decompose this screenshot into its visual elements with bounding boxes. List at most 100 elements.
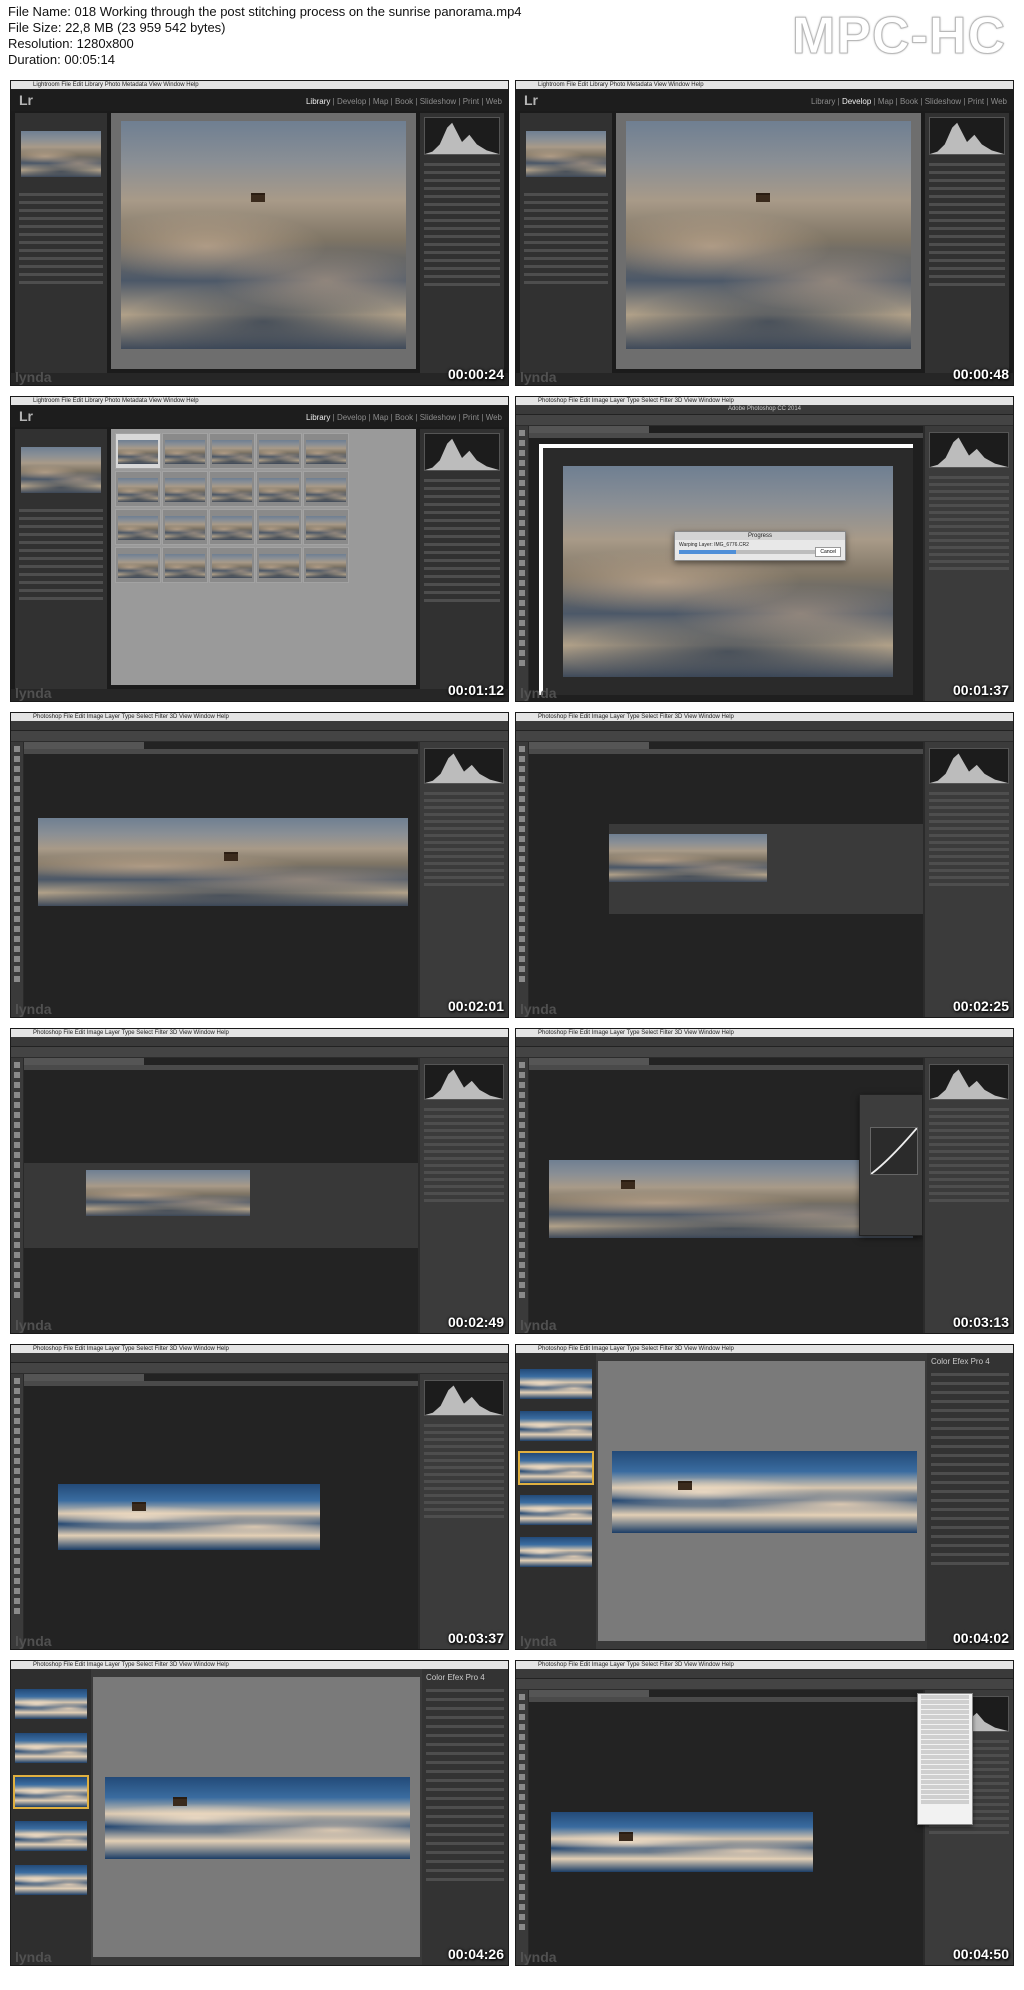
grid-thumbnail[interactable] bbox=[162, 433, 208, 469]
tool-button[interactable] bbox=[519, 1212, 525, 1218]
tool-button[interactable] bbox=[14, 1508, 20, 1514]
grid-thumbnail[interactable] bbox=[115, 547, 161, 583]
document-tab[interactable] bbox=[529, 742, 649, 749]
tool-button[interactable] bbox=[14, 1458, 20, 1464]
curves-graph[interactable] bbox=[870, 1127, 918, 1175]
menu-item[interactable] bbox=[921, 1695, 969, 1699]
tool-button[interactable] bbox=[14, 1568, 20, 1574]
panel-control-row[interactable] bbox=[426, 1779, 504, 1782]
panel-control-row[interactable] bbox=[426, 1869, 504, 1872]
panel-control-row[interactable] bbox=[426, 1815, 504, 1818]
grid-thumbnail[interactable] bbox=[209, 433, 255, 469]
panel-control-row[interactable] bbox=[424, 1129, 504, 1132]
module-book-tab[interactable]: Book bbox=[395, 413, 413, 422]
panel-control-row[interactable] bbox=[929, 539, 1009, 542]
app-menu[interactable]: Photoshop File Edit Image Layer Type Sel… bbox=[538, 1345, 734, 1353]
panel-control-row[interactable] bbox=[424, 1143, 504, 1146]
tool-button[interactable] bbox=[14, 876, 20, 882]
panel-control-row[interactable] bbox=[424, 1466, 504, 1469]
panel-control-row[interactable] bbox=[929, 876, 1009, 879]
panel-control-row[interactable] bbox=[424, 1164, 504, 1167]
tool-button[interactable] bbox=[14, 966, 20, 972]
tool-button[interactable] bbox=[519, 906, 525, 912]
tool-button[interactable] bbox=[519, 510, 525, 516]
panel-control-row[interactable] bbox=[19, 233, 103, 236]
tool-button[interactable] bbox=[519, 1804, 525, 1810]
panel-control-row[interactable] bbox=[19, 525, 103, 528]
tool-button[interactable] bbox=[519, 660, 525, 666]
tool-button[interactable] bbox=[14, 1378, 20, 1384]
tool-button[interactable] bbox=[519, 956, 525, 962]
panel-control-row[interactable] bbox=[524, 233, 608, 236]
tool-button[interactable] bbox=[519, 490, 525, 496]
panel-control-row[interactable] bbox=[426, 1698, 504, 1701]
app-menu[interactable]: Photoshop File Edit Image Layer Type Sel… bbox=[33, 713, 229, 721]
video-frame-thumbnail[interactable]: Photoshop File Edit Image Layer Type Sel… bbox=[10, 1344, 509, 1650]
panel-control-row[interactable] bbox=[426, 1842, 504, 1845]
tool-button[interactable] bbox=[14, 1122, 20, 1128]
panel-control-row[interactable] bbox=[424, 235, 500, 238]
panel-control-row[interactable] bbox=[524, 265, 608, 268]
panel-control-row[interactable] bbox=[929, 1164, 1009, 1167]
panel-control-row[interactable] bbox=[19, 533, 103, 536]
tool-button[interactable] bbox=[14, 1282, 20, 1288]
video-frame-thumbnail[interactable]: Photoshop File Edit Image Layer Type Sel… bbox=[515, 712, 1014, 1018]
tool-button[interactable] bbox=[519, 1252, 525, 1258]
panel-control-row[interactable] bbox=[424, 883, 504, 886]
module-book-tab[interactable]: Book bbox=[900, 97, 918, 106]
tool-button[interactable] bbox=[519, 846, 525, 852]
options-bar[interactable] bbox=[11, 1047, 508, 1058]
panel-control-row[interactable] bbox=[426, 1833, 504, 1836]
panel-control-row[interactable] bbox=[424, 251, 500, 254]
preset-thumbnail[interactable] bbox=[15, 1821, 87, 1851]
panel-control-row[interactable] bbox=[424, 1452, 504, 1455]
grid-thumbnail[interactable] bbox=[162, 547, 208, 583]
panel-control-row[interactable] bbox=[424, 267, 500, 270]
panel-control-row[interactable] bbox=[424, 820, 504, 823]
tool-button[interactable] bbox=[519, 1854, 525, 1860]
panel-control-row[interactable] bbox=[424, 1108, 504, 1111]
tool-button[interactable] bbox=[14, 1398, 20, 1404]
tool-button[interactable] bbox=[519, 580, 525, 586]
panel-control-row[interactable] bbox=[424, 519, 500, 522]
tool-button[interactable] bbox=[519, 450, 525, 456]
app-menu[interactable]: Lightroom File Edit Library Photo Metada… bbox=[33, 81, 199, 89]
grid-thumbnail[interactable] bbox=[162, 509, 208, 545]
tool-button[interactable] bbox=[14, 836, 20, 842]
tool-button[interactable] bbox=[519, 896, 525, 902]
panel-control-row[interactable] bbox=[524, 249, 608, 252]
tool-button[interactable] bbox=[519, 1182, 525, 1188]
panel-control-row[interactable] bbox=[424, 806, 504, 809]
panel-control-row[interactable] bbox=[424, 543, 500, 546]
tool-button[interactable] bbox=[519, 1082, 525, 1088]
panel-control-row[interactable] bbox=[424, 211, 500, 214]
panel-control-row[interactable] bbox=[929, 834, 1009, 837]
tool-button[interactable] bbox=[519, 926, 525, 932]
tool-button[interactable] bbox=[519, 1754, 525, 1760]
panel-control-row[interactable] bbox=[424, 575, 500, 578]
panel-control-row[interactable] bbox=[424, 792, 504, 795]
menu-item[interactable] bbox=[921, 1720, 969, 1724]
tool-button[interactable] bbox=[519, 550, 525, 556]
panel-control-row[interactable] bbox=[931, 1445, 1009, 1448]
tool-button[interactable] bbox=[519, 876, 525, 882]
grid-thumbnail[interactable] bbox=[303, 509, 349, 545]
panel-control-row[interactable] bbox=[929, 504, 1009, 507]
tool-button[interactable] bbox=[519, 1764, 525, 1770]
panel-control-row[interactable] bbox=[931, 1454, 1009, 1457]
panel-control-row[interactable] bbox=[424, 163, 500, 166]
tool-button[interactable] bbox=[14, 1588, 20, 1594]
menu-item[interactable] bbox=[921, 1700, 969, 1704]
panel-control-row[interactable] bbox=[19, 517, 103, 520]
grid-thumbnail[interactable] bbox=[256, 433, 302, 469]
panel-control-row[interactable] bbox=[424, 1150, 504, 1153]
tool-button[interactable] bbox=[519, 766, 525, 772]
panel-control-row[interactable] bbox=[929, 532, 1009, 535]
panel-control-row[interactable] bbox=[19, 589, 103, 592]
panel-control-row[interactable] bbox=[424, 1431, 504, 1434]
panel-control-row[interactable] bbox=[426, 1770, 504, 1773]
video-frame-thumbnail[interactable]: Photoshop File Edit Image Layer Type Sel… bbox=[10, 1660, 509, 1966]
panel-control-row[interactable] bbox=[424, 1508, 504, 1511]
tool-button[interactable] bbox=[519, 1774, 525, 1780]
panel-control-row[interactable] bbox=[426, 1689, 504, 1692]
